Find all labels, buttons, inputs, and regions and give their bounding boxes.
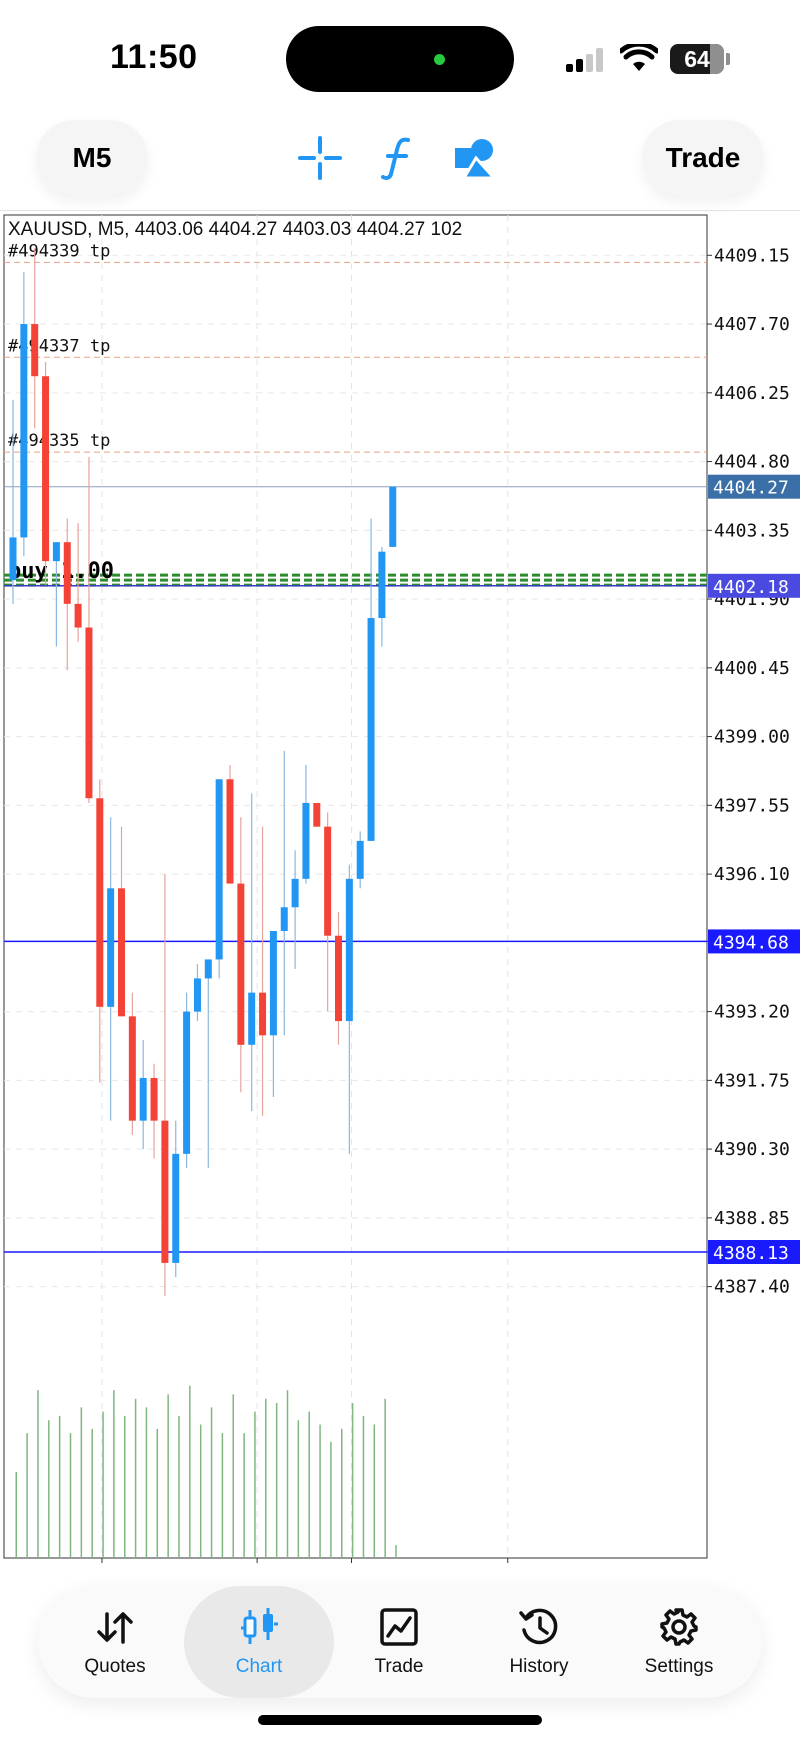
y-tick-label: 4397.55 xyxy=(714,795,790,816)
quotes-arrows-icon xyxy=(97,1612,133,1644)
candle-body xyxy=(280,907,288,931)
level-price-label: 4388.13 xyxy=(713,1243,789,1264)
candle-body xyxy=(52,542,60,562)
y-tick-label: 4391.75 xyxy=(714,1070,790,1091)
y-tick-label: 4390.30 xyxy=(714,1139,790,1160)
nav-label: Chart xyxy=(235,1656,283,1677)
candlestick-chart[interactable]: 4409.154407.704406.254404.804403.354401.… xyxy=(0,213,800,1566)
candle-body xyxy=(291,878,299,908)
candle-body xyxy=(20,324,28,538)
buy-position-label: buy 1.00 xyxy=(8,559,114,584)
camera-indicator-dot xyxy=(434,54,445,65)
candle-body xyxy=(302,802,310,879)
candle-body xyxy=(139,1077,147,1121)
chart-frame xyxy=(3,214,708,1559)
candle-body xyxy=(389,486,397,547)
ask-price-label: 4402.18 xyxy=(713,577,789,598)
signal-icon xyxy=(566,48,603,72)
status-bar: 11:50 64 xyxy=(0,0,800,110)
y-tick-label: 4387.40 xyxy=(714,1277,790,1298)
y-tick-label: 4400.45 xyxy=(714,658,790,679)
indicators-function-icon[interactable] xyxy=(374,134,422,182)
candle-body xyxy=(324,826,332,936)
candle-body xyxy=(128,1016,136,1121)
candle-body xyxy=(237,883,245,1045)
y-tick-label: 4404.80 xyxy=(714,452,790,473)
take-profit-label: #494339 tp xyxy=(8,241,110,261)
candle-body xyxy=(118,888,125,1017)
chart-toolbar: M5 Trade xyxy=(0,110,800,210)
timeframe-button[interactable]: M5 xyxy=(36,120,148,196)
candle-body xyxy=(356,840,364,879)
y-tick-label: 4409.15 xyxy=(714,245,790,266)
bottom-navigation: Quotes Chart Trade History Settings xyxy=(38,1586,762,1698)
level-price-label: 4394.68 xyxy=(713,932,789,953)
nav-chart[interactable]: Chart xyxy=(184,1586,334,1698)
candle-body xyxy=(74,603,82,628)
y-tick-label: 4388.85 xyxy=(714,1208,790,1229)
candle-body xyxy=(215,779,223,960)
candle-body xyxy=(96,798,104,1007)
candle-body xyxy=(193,978,201,1012)
candle-body xyxy=(259,992,267,1036)
candle-body xyxy=(313,802,321,827)
bid-price-label: 4404.27 xyxy=(713,478,789,499)
trade-button[interactable]: Trade xyxy=(642,120,764,196)
candle-body xyxy=(378,551,386,619)
candle-body xyxy=(269,930,277,1036)
gear-icon xyxy=(660,1608,698,1646)
y-tick-label: 4396.10 xyxy=(714,864,790,885)
crosshair-icon[interactable] xyxy=(296,134,344,182)
history-clock-icon xyxy=(519,1608,558,1645)
y-tick-label: 4407.70 xyxy=(714,314,790,335)
candle-body xyxy=(107,888,115,1007)
wifi-icon xyxy=(620,44,658,71)
candle-body xyxy=(226,779,234,884)
nav-settings[interactable]: Settings xyxy=(604,1586,754,1698)
nav-label: Quotes xyxy=(84,1656,146,1677)
candle-body xyxy=(183,1011,191,1154)
candle-body xyxy=(367,618,375,841)
nav-label: Trade xyxy=(374,1656,424,1677)
candle-body xyxy=(248,992,256,1045)
candle-body xyxy=(335,935,342,1022)
candle-body xyxy=(204,959,212,979)
y-tick-label: 4403.35 xyxy=(714,520,790,541)
nav-trade[interactable]: Trade xyxy=(324,1586,474,1698)
battery-cap xyxy=(726,53,730,65)
candle-body xyxy=(150,1077,158,1121)
objects-shapes-icon[interactable] xyxy=(452,134,500,182)
dynamic-island xyxy=(286,26,514,92)
y-tick-label: 4406.25 xyxy=(714,383,790,404)
candle-body xyxy=(63,542,71,604)
trade-chart-icon xyxy=(380,1608,418,1646)
candle-body xyxy=(42,376,50,562)
nav-history[interactable]: History xyxy=(464,1586,614,1698)
candle-body xyxy=(345,878,353,1022)
chart-candles-icon xyxy=(241,1608,278,1644)
battery-level: 64 xyxy=(684,46,710,72)
candle-body xyxy=(9,537,17,581)
battery-icon: 64 xyxy=(670,44,724,74)
toolbar-divider xyxy=(0,210,800,211)
candle-body xyxy=(85,627,93,799)
nav-label: Settings xyxy=(644,1656,714,1677)
nav-quotes[interactable]: Quotes xyxy=(40,1586,190,1698)
candle-body xyxy=(172,1153,180,1263)
y-tick-label: 4393.20 xyxy=(714,1002,790,1023)
candle-body xyxy=(161,1120,169,1263)
home-indicator xyxy=(258,1715,542,1725)
candle-body xyxy=(31,324,39,377)
status-icons: 64 xyxy=(566,40,736,80)
status-time: 11:50 xyxy=(110,38,198,76)
y-tick-label: 4399.00 xyxy=(714,727,790,748)
nav-label: History xyxy=(509,1656,569,1677)
price-chart[interactable]: 4409.15 4407.70 4406.25 4404.80 4403.35 4401.… xyxy=(0,213,800,1566)
chart-header: XAUUSD, M5, 4403.06 4404.27 4403.03 4404… xyxy=(8,219,462,240)
